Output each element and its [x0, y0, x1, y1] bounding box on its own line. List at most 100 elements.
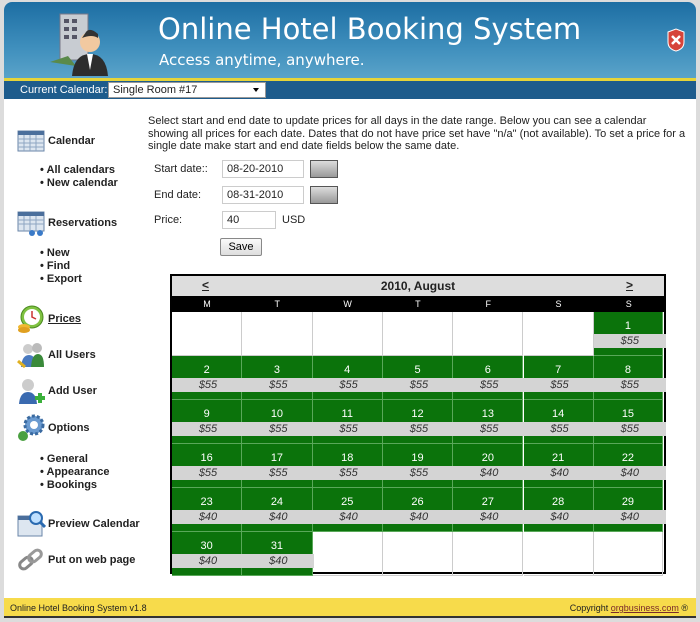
day-number: 30	[200, 540, 213, 552]
currency-label: USD	[282, 214, 306, 226]
day-price: $55	[172, 422, 244, 436]
calendar-day[interactable]: 1 $55	[593, 312, 666, 356]
day-price: $40	[523, 510, 596, 524]
day-price: $55	[593, 334, 666, 348]
calendar-day[interactable]: 28 $40	[523, 488, 596, 532]
sidebar-item-prices[interactable]: Prices	[16, 305, 81, 333]
calendar-day[interactable]: 24 $40	[242, 488, 315, 532]
day-number: 15	[621, 408, 635, 420]
calendar-day[interactable]: 12 $55	[382, 400, 455, 444]
menu-find-reservation[interactable]: Find	[40, 260, 82, 273]
clock-coins-icon	[18, 305, 44, 333]
sidebar-item-options[interactable]: Options	[16, 414, 90, 442]
calendar-day[interactable]: 2 $55	[172, 356, 244, 400]
calendar-day[interactable]: 22 $40	[593, 444, 666, 488]
day-price: $40	[242, 510, 315, 524]
calendar-day[interactable]: 21 $40	[523, 444, 596, 488]
calendar-day[interactable]: 14 $55	[523, 400, 596, 444]
day-price: $40	[453, 510, 526, 524]
calendar-day[interactable]: 17 $55	[242, 444, 315, 488]
menu-new-reservation[interactable]: New	[40, 247, 82, 260]
sidebar-label: Put on web page	[48, 554, 136, 566]
calendar-day[interactable]: 25 $40	[312, 488, 385, 532]
price-label: Price:	[154, 214, 183, 226]
calendar-day[interactable]: 19 $55	[382, 444, 455, 488]
calendar-day[interactable]: 16 $55	[172, 444, 244, 488]
chevron-down-icon	[253, 88, 259, 92]
empty-day	[593, 532, 664, 576]
day-number: 14	[552, 408, 565, 420]
users-icon	[17, 343, 44, 369]
calendar-day[interactable]: 6 $55	[453, 356, 526, 400]
calendar-day[interactable]: 4 $55	[312, 356, 385, 400]
empty-day	[382, 312, 454, 356]
current-calendar-select[interactable]: Single Room #17	[108, 82, 266, 98]
calendar-day[interactable]: 26 $40	[382, 488, 455, 532]
hotel-manager-icon	[50, 13, 108, 76]
orgbusiness-link[interactable]: orgbusiness.com	[611, 603, 679, 613]
sidebar-item-calendar[interactable]: Calendar	[16, 127, 95, 155]
menu-general[interactable]: General	[40, 453, 109, 466]
sidebar-item-all-users[interactable]: All Users	[16, 341, 96, 369]
menu-new-calendar[interactable]: New calendar	[40, 177, 118, 190]
end-date-input[interactable]: 08-31-2010	[222, 186, 304, 204]
calendar-day[interactable]: 18 $55	[312, 444, 385, 488]
current-calendar-label: Current Calendar:	[20, 84, 108, 96]
price-calendar: 2010, August < > MTWTFSS 1 $55 2 $55 3 $55 4 $5…	[170, 274, 666, 576]
day-price: $55	[172, 466, 244, 480]
calendar-day[interactable]: 3 $55	[242, 356, 315, 400]
calendar-day[interactable]: 31 $40	[242, 532, 315, 576]
weekday-label: T	[415, 299, 421, 309]
prices-form: Select start and end date to update pric…	[148, 115, 688, 256]
menu-bookings[interactable]: Bookings	[40, 479, 109, 492]
day-price: $55	[523, 422, 596, 436]
empty-day	[242, 312, 313, 356]
sidebar-item-preview-calendar[interactable]: Preview Calendar	[16, 510, 140, 538]
start-date-picker-button[interactable]	[310, 160, 338, 178]
calendar-day[interactable]: 8 $55	[593, 356, 666, 400]
calendar-day[interactable]: 7 $55	[523, 356, 596, 400]
day-number: 31	[270, 540, 284, 552]
end-date-picker-button[interactable]	[310, 186, 338, 204]
calendar-day[interactable]: 23 $40	[172, 488, 244, 532]
app-subtitle: Access anytime, anywhere.	[159, 51, 365, 69]
day-number: 10	[270, 408, 284, 420]
prev-month-link[interactable]: <	[202, 278, 209, 292]
day-price: $55	[242, 378, 315, 392]
day-number: 24	[270, 496, 284, 508]
app-title: Online Hotel Booking System	[158, 12, 582, 46]
calendar-day[interactable]: 29 $40	[593, 488, 666, 532]
calendar-day[interactable]: 5 $55	[382, 356, 455, 400]
calendar-day[interactable]: 10 $55	[242, 400, 315, 444]
weekday-label: S	[625, 299, 632, 309]
calendar-day[interactable]: 11 $55	[312, 400, 385, 444]
calendar-day[interactable]: 15 $55	[593, 400, 666, 444]
empty-day	[523, 312, 594, 356]
day-price: $55	[453, 422, 526, 436]
sidebar-item-reservations[interactable]: Reservations	[16, 209, 117, 237]
calendar-day[interactable]: 27 $40	[453, 488, 526, 532]
day-price: $55	[382, 378, 455, 392]
calendar-day[interactable]: 20 $40	[453, 444, 526, 488]
calendar-day[interactable]: 13 $55	[453, 400, 526, 444]
save-button[interactable]: Save	[220, 238, 262, 256]
calendar-day[interactable]: 9 $55	[172, 400, 244, 444]
link-icon	[18, 548, 43, 571]
close-icon[interactable]	[666, 28, 686, 52]
start-date-input[interactable]: 08-20-2010	[222, 160, 304, 178]
menu-all-calendars[interactable]: All calendars	[40, 164, 118, 177]
day-number: 29	[621, 496, 635, 508]
price-input[interactable]: 40	[222, 211, 276, 229]
app-window: Online Hotel Booking System Access anyti…	[4, 2, 696, 618]
add-user-icon	[19, 379, 45, 404]
weekday-label: F	[485, 299, 491, 309]
sidebar-item-add-user[interactable]: Add User	[16, 377, 97, 405]
menu-export-reservations[interactable]: Export	[40, 273, 82, 286]
calendar-day[interactable]: 30 $40	[172, 532, 244, 576]
day-number: 7	[555, 364, 562, 376]
day-price: $40	[593, 466, 666, 480]
next-month-link[interactable]: >	[626, 278, 633, 292]
sidebar-label: Calendar	[48, 135, 96, 147]
sidebar-item-put-on-web-page[interactable]: Put on web page	[16, 546, 135, 574]
menu-appearance[interactable]: Appearance	[40, 466, 110, 479]
